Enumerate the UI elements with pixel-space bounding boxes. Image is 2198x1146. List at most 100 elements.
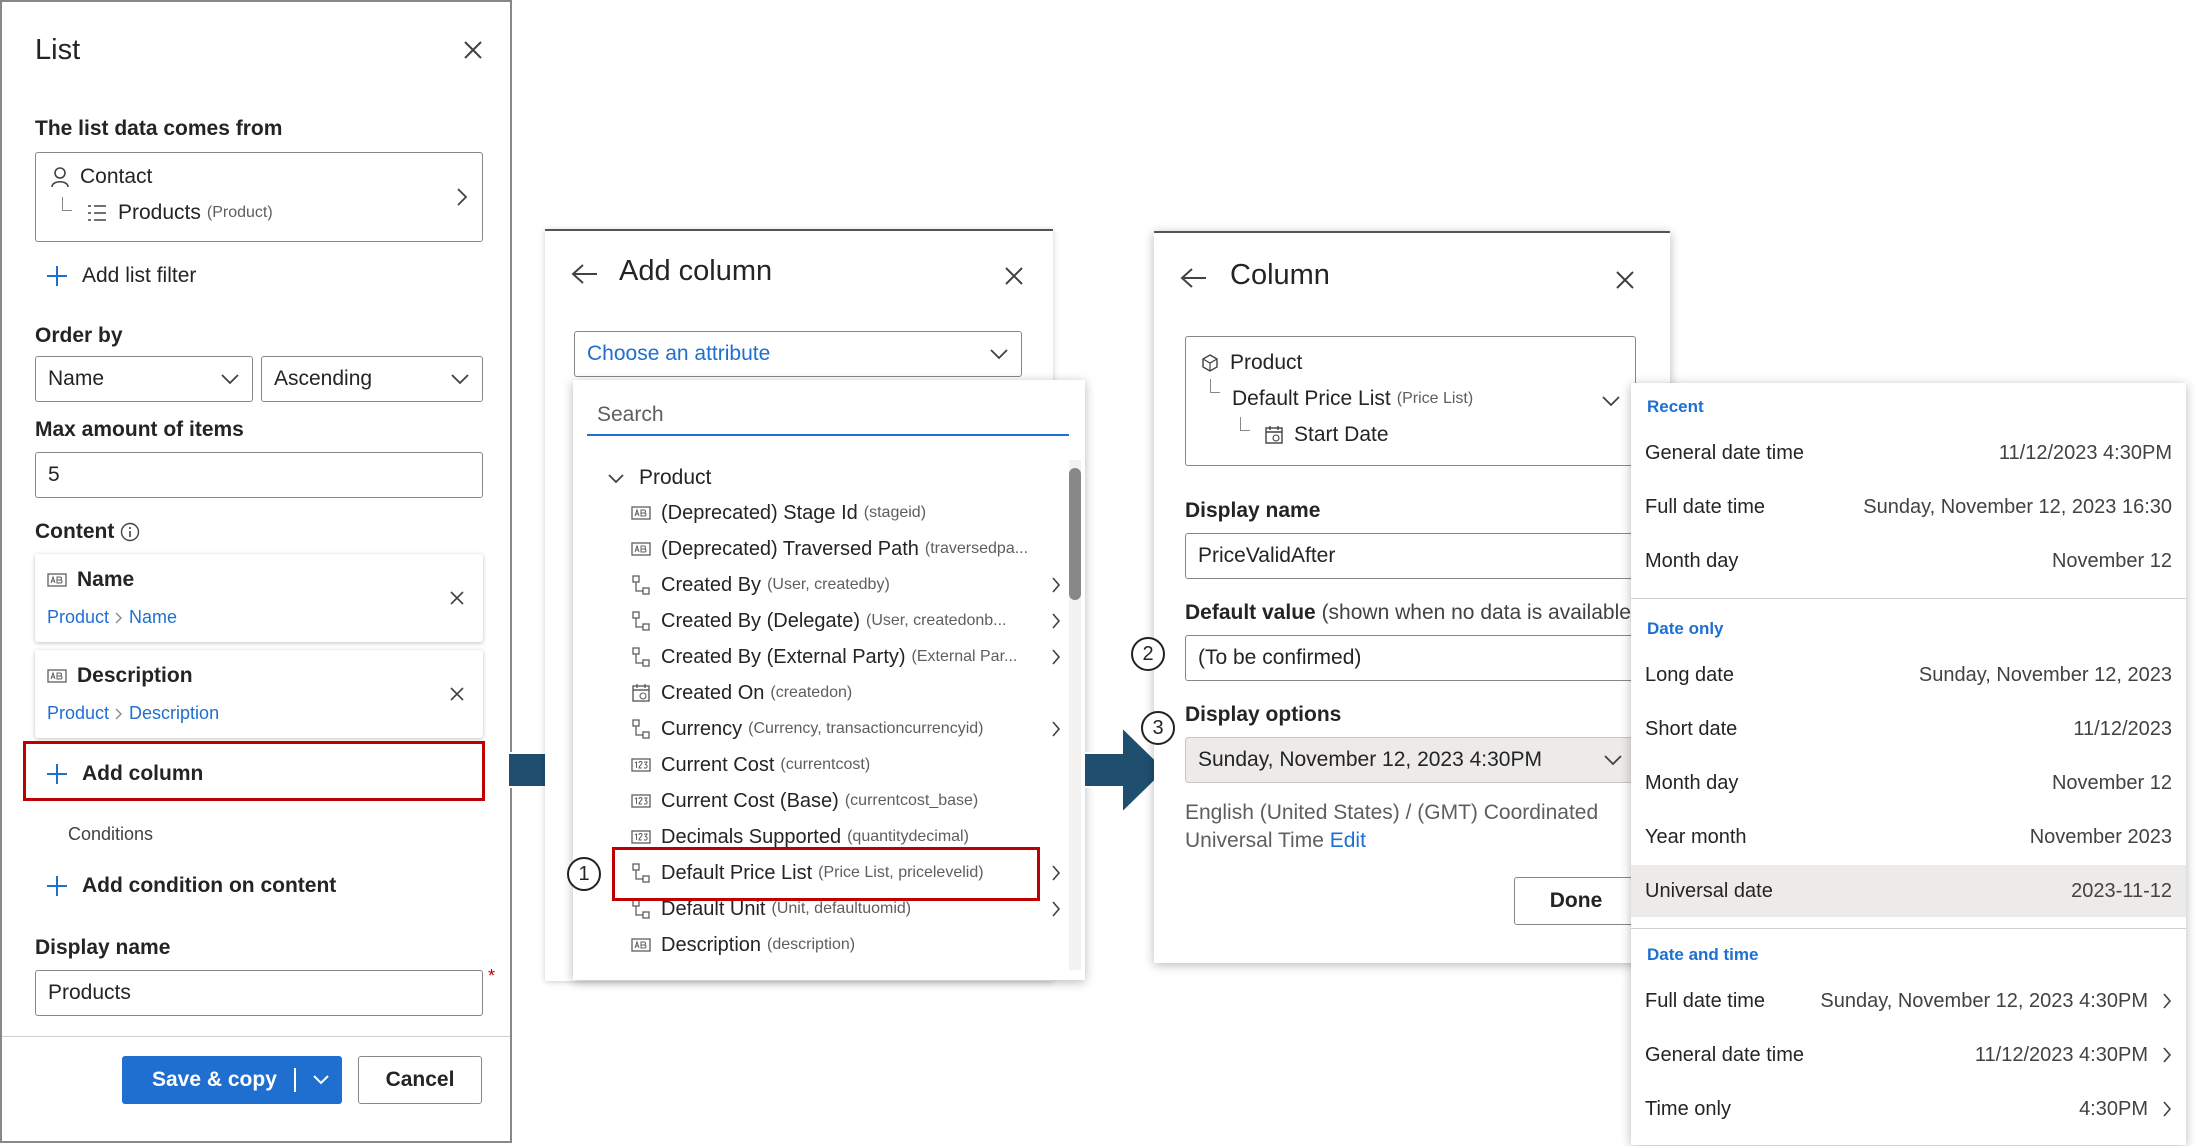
chevron-right-icon bbox=[115, 612, 123, 624]
back-arrow-icon[interactable] bbox=[571, 263, 599, 285]
step-badge: 3 bbox=[1141, 711, 1175, 745]
source-entity: Contact bbox=[80, 165, 153, 188]
attribute-select[interactable]: Choose an attribute bbox=[574, 331, 1022, 377]
attribute-item[interactable]: Currency (Currency, transactioncurrencyid… bbox=[631, 712, 1061, 746]
attribute-path-selector[interactable]: Product Default Price List (Price List) … bbox=[1185, 336, 1636, 466]
chevron-right-icon[interactable] bbox=[2162, 1100, 2172, 1118]
chevron-right-icon[interactable] bbox=[1051, 576, 1061, 594]
attribute-item[interactable]: Description (description) bbox=[631, 928, 1061, 962]
chevron-down-icon[interactable] bbox=[312, 1074, 330, 1085]
relationship-icon bbox=[631, 611, 651, 631]
format-option[interactable]: Short date 11/12/2023 bbox=[1631, 703, 2186, 755]
max-items-input[interactable]: 5 bbox=[35, 452, 483, 498]
close-icon[interactable] bbox=[1614, 269, 1636, 291]
default-value-input[interactable]: (To be confirmed) bbox=[1185, 635, 1636, 681]
group-header-product[interactable]: Product bbox=[607, 466, 711, 490]
format-option-preview: 11/12/2023 4:30PM bbox=[1999, 442, 2172, 465]
chevron-right-icon[interactable] bbox=[1051, 900, 1061, 918]
chevron-right-icon bbox=[456, 187, 468, 207]
content-path-leaf[interactable]: Name bbox=[129, 607, 177, 628]
remove-icon[interactable] bbox=[449, 590, 465, 606]
format-option[interactable]: General date time 11/12/2023 4:30PM bbox=[1631, 1029, 2186, 1081]
add-list-filter-button[interactable]: Add list filter bbox=[46, 264, 196, 288]
remove-icon[interactable] bbox=[449, 686, 465, 702]
format-option-preview: November 12 bbox=[2052, 550, 2172, 573]
attribute-logical-name: (User, createdby) bbox=[767, 576, 890, 593]
content-path-leaf[interactable]: Description bbox=[129, 703, 219, 724]
attribute-logical-name: (traversedpa... bbox=[924, 540, 1029, 557]
number-field-icon bbox=[631, 793, 651, 809]
attribute-label: Created By (External Party) bbox=[661, 645, 906, 668]
cancel-button[interactable]: Cancel bbox=[358, 1056, 482, 1104]
path-mid: Default Price List bbox=[1232, 387, 1391, 410]
plus-icon bbox=[46, 875, 68, 897]
chevron-right-icon[interactable] bbox=[1051, 648, 1061, 666]
attribute-item[interactable]: Created On (createdon) bbox=[631, 676, 1061, 710]
format-option[interactable]: Full date time Sunday, November 12, 2023 … bbox=[1631, 481, 2186, 533]
content-item-name: Name bbox=[77, 568, 135, 591]
format-option[interactable]: Long date Sunday, November 12, 2023 bbox=[1631, 649, 2186, 701]
format-option[interactable]: Full date time Sunday, November 12, 2023 … bbox=[1631, 975, 2186, 1027]
format-option[interactable]: Month day November 12 bbox=[1631, 535, 2186, 587]
tree-connector bbox=[62, 197, 72, 211]
source-relation-sub: (Product) bbox=[206, 204, 273, 221]
display-options-select[interactable]: Sunday, November 12, 2023 4:30PM bbox=[1185, 737, 1636, 783]
order-by-label: Order by bbox=[35, 324, 123, 347]
save-copy-button[interactable]: Save & copy bbox=[122, 1056, 342, 1104]
done-button[interactable]: Done bbox=[1514, 877, 1638, 925]
format-option[interactable]: Time only 4:30PM bbox=[1631, 1083, 2186, 1135]
format-option[interactable]: Month day November 12 bbox=[1631, 757, 2186, 809]
content-item[interactable]: Name Product Name bbox=[35, 554, 483, 642]
scrollbar-track[interactable] bbox=[1069, 460, 1081, 970]
close-icon[interactable] bbox=[1003, 265, 1025, 287]
attribute-item[interactable]: Created By (External Party) (External Par… bbox=[631, 640, 1061, 674]
attribute-logical-name: (Unit, defaultuomid) bbox=[771, 900, 912, 917]
order-field-select[interactable]: Name bbox=[35, 356, 253, 402]
attribute-item[interactable]: Current Cost (Base) (currentcost_base) bbox=[631, 784, 1061, 818]
chevron-right-icon[interactable] bbox=[2162, 1046, 2172, 1064]
attribute-label: Current Cost (Base) bbox=[661, 789, 839, 812]
search-input[interactable]: Search bbox=[587, 396, 1069, 436]
add-condition-button[interactable]: Add condition on content bbox=[46, 874, 336, 898]
attribute-item[interactable]: (Deprecated) Stage Id (stageid) bbox=[631, 496, 1061, 530]
chevron-right-icon bbox=[115, 708, 123, 720]
text-field-icon bbox=[47, 572, 67, 588]
scrollbar-thumb[interactable] bbox=[1069, 468, 1081, 600]
edit-link[interactable]: Edit bbox=[1330, 829, 1366, 852]
default-value-label-text: Default value bbox=[1185, 601, 1316, 624]
cancel-label: Cancel bbox=[385, 1068, 455, 1091]
display-name-input[interactable]: Products bbox=[35, 970, 483, 1016]
chevron-right-icon[interactable] bbox=[1051, 720, 1061, 738]
format-option[interactable]: Universal date 2023-11-12 bbox=[1631, 865, 2186, 917]
format-option[interactable]: Year month November 2023 bbox=[1631, 811, 2186, 863]
display-options-label: Display options bbox=[1185, 703, 1342, 726]
display-name-input[interactable]: PriceValidAfter bbox=[1185, 533, 1636, 579]
chevron-right-icon[interactable] bbox=[2162, 992, 2172, 1010]
close-icon[interactable] bbox=[462, 39, 484, 61]
content-item[interactable]: Description Product Description bbox=[35, 650, 483, 738]
chevron-right-icon[interactable] bbox=[1051, 612, 1061, 630]
text-field-icon bbox=[631, 505, 651, 521]
content-path-root[interactable]: Product bbox=[47, 607, 109, 628]
attribute-item[interactable]: Current Cost (currentcost) bbox=[631, 748, 1061, 782]
info-icon[interactable] bbox=[120, 522, 140, 542]
source-selector[interactable]: Contact Products (Product) bbox=[35, 152, 483, 242]
format-option-value: Sunday, November 12, 2023 4:30PM bbox=[1820, 989, 2148, 1012]
back-arrow-icon[interactable] bbox=[1180, 267, 1208, 289]
default-value-value: (To be confirmed) bbox=[1198, 646, 1362, 669]
format-option-name: Long date bbox=[1645, 663, 1734, 686]
column-panel: Column Product Default Price List (Price… bbox=[1154, 231, 1670, 963]
order-direction-select[interactable]: Ascending bbox=[261, 356, 483, 402]
split-divider bbox=[294, 1068, 296, 1092]
content-path-root[interactable]: Product bbox=[47, 703, 109, 724]
display-name-value: PriceValidAfter bbox=[1198, 544, 1336, 567]
attribute-item[interactable]: Created By (Delegate) (User, createdonb..… bbox=[631, 604, 1061, 638]
attribute-item[interactable]: Created By (User, createdby) bbox=[631, 568, 1061, 602]
attribute-item[interactable]: (Deprecated) Traversed Path (traversedpa.… bbox=[631, 532, 1061, 566]
format-option[interactable]: General date time 11/12/2023 4:30PM bbox=[1631, 427, 2186, 479]
format-option-name: Full date time bbox=[1645, 989, 1766, 1012]
chevron-right-icon[interactable] bbox=[1051, 864, 1061, 882]
order-field-value: Name bbox=[48, 367, 105, 390]
section-title: Recent bbox=[1647, 397, 1704, 416]
number-field-icon bbox=[631, 829, 651, 845]
